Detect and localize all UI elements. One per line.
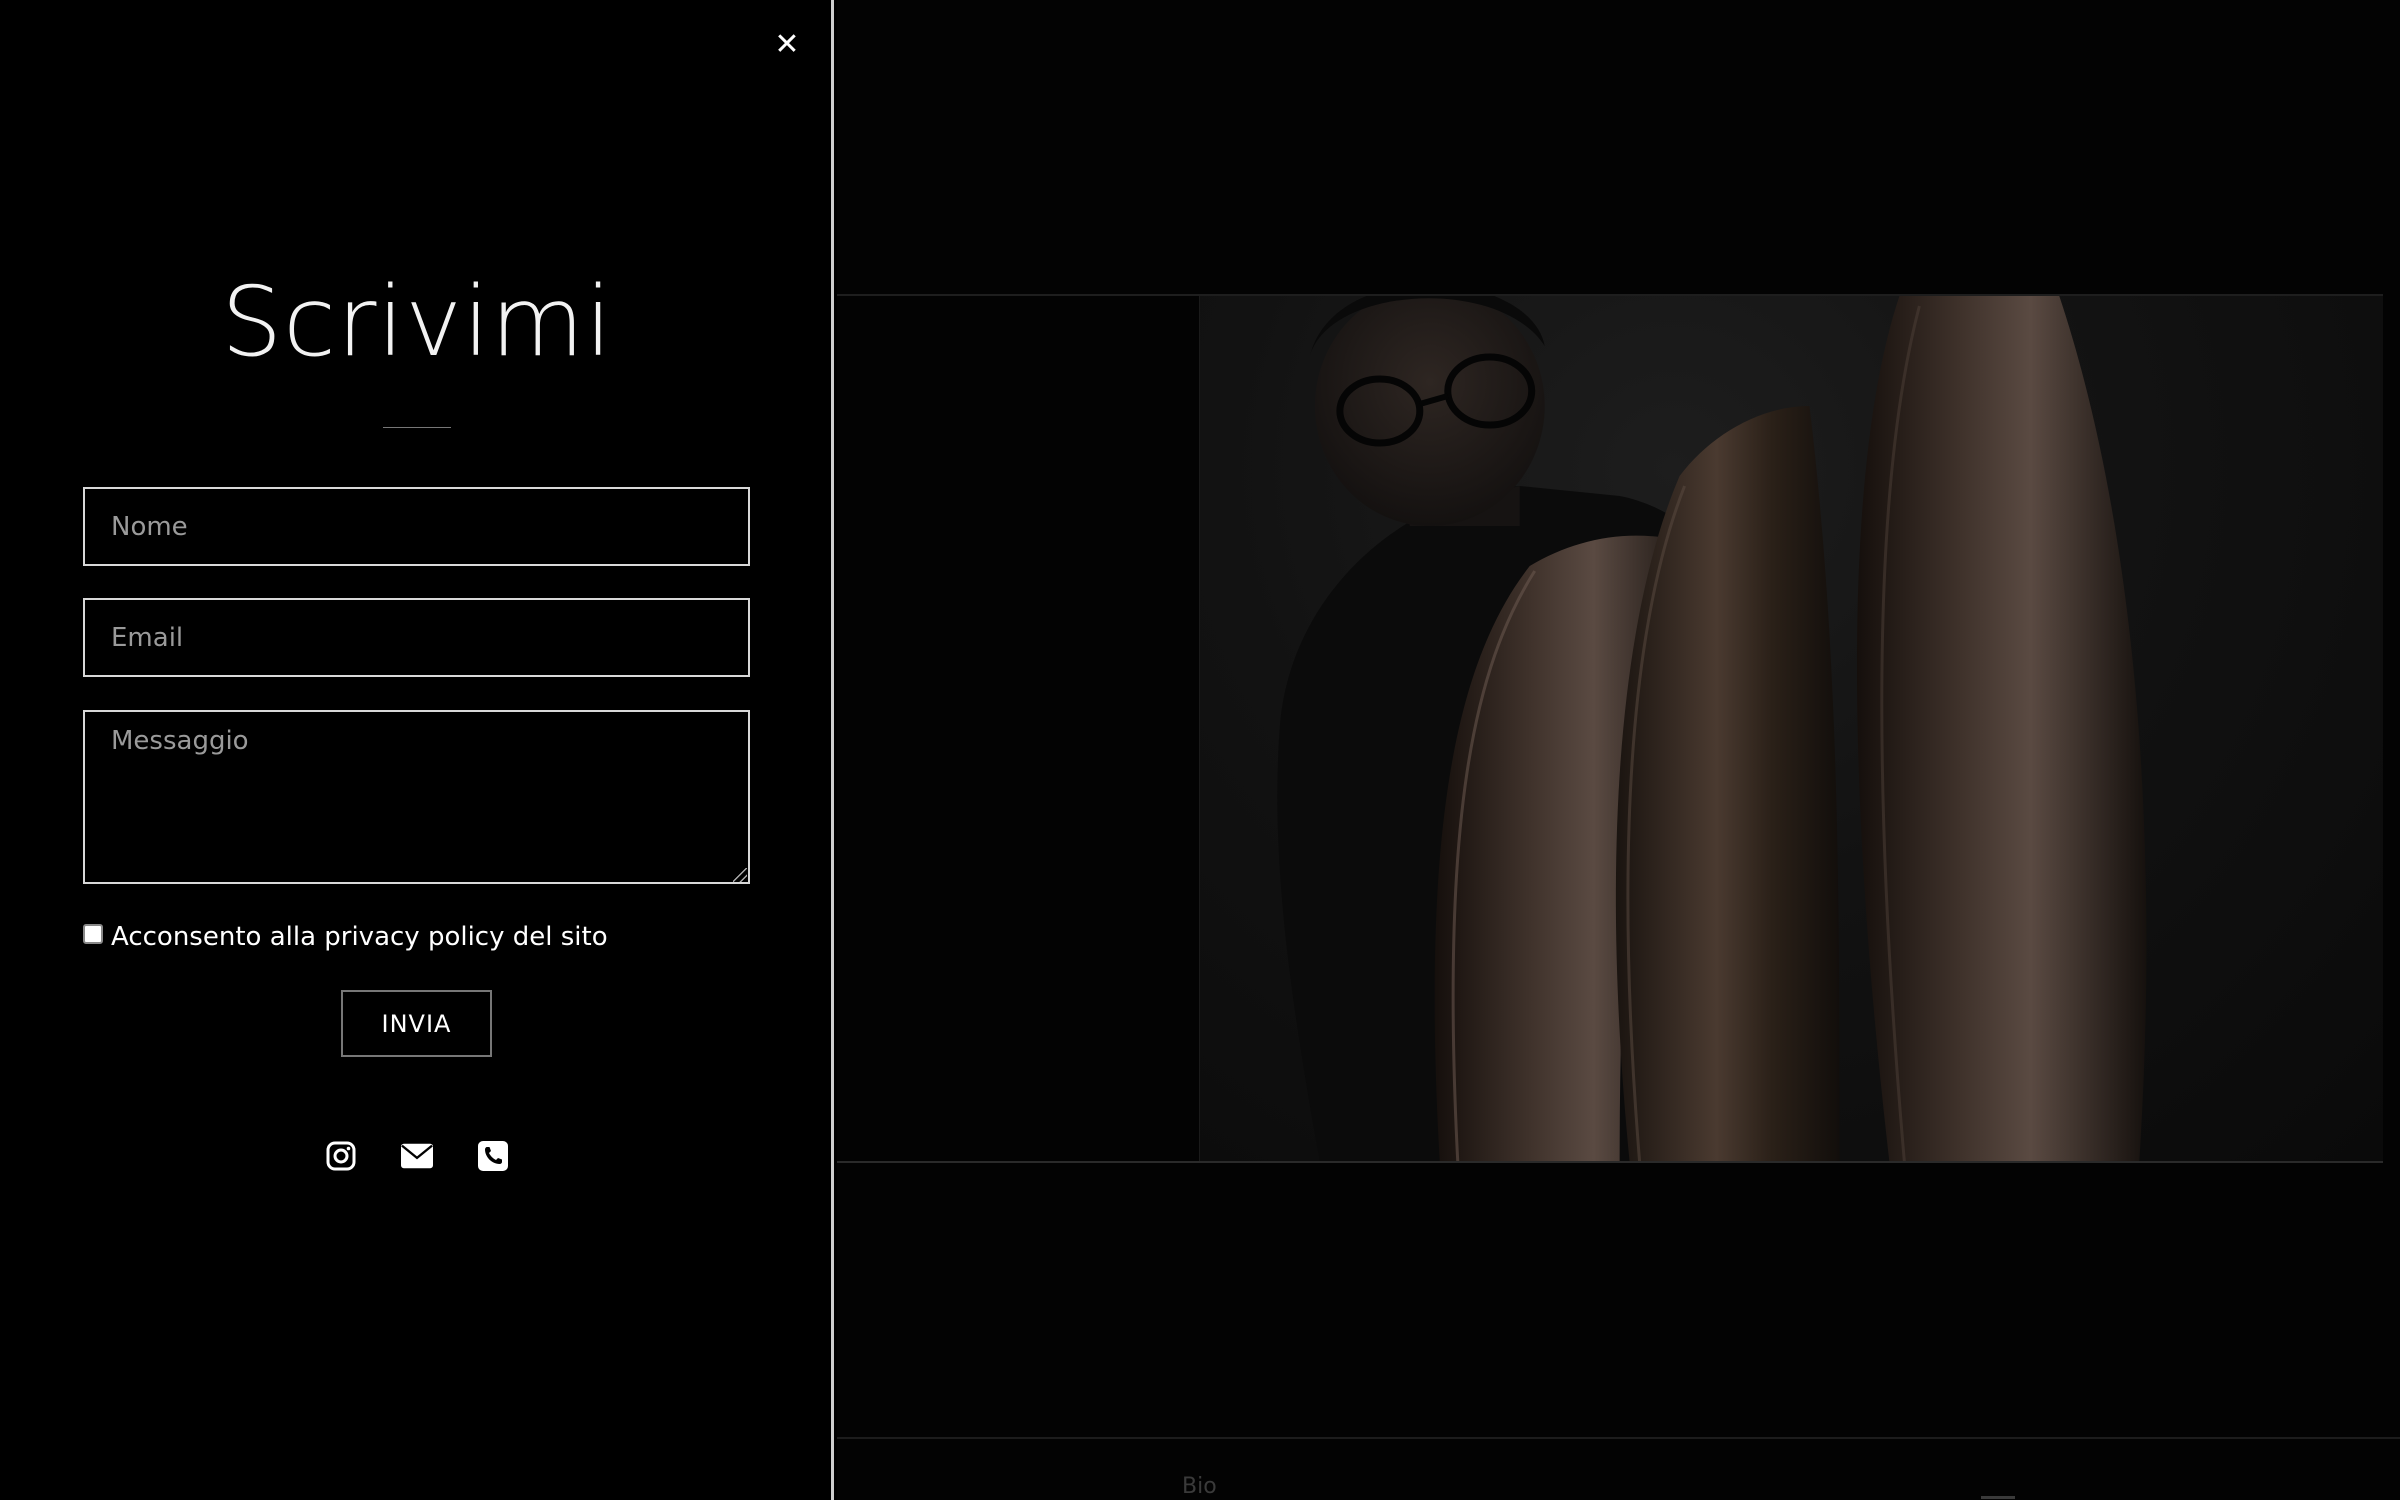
submit-button[interactable]: INVIA: [341, 990, 492, 1057]
artist-portrait-image: [1199, 296, 2383, 1162]
contact-panel: ✕ Scrivimi Acconsento alla privacy polic…: [0, 0, 834, 1500]
privacy-consent-label: Acconsento alla privacy policy del sito: [111, 922, 608, 952]
footer-divider: [837, 1437, 2400, 1439]
message-field[interactable]: [83, 710, 750, 884]
social-links: [0, 1140, 834, 1172]
privacy-checkbox[interactable]: [83, 924, 103, 944]
footer-marker: [1981, 1496, 2015, 1499]
instagram-icon[interactable]: [325, 1140, 357, 1172]
privacy-consent: Acconsento alla privacy policy del sito: [83, 922, 608, 952]
textarea-resize-handle[interactable]: [733, 868, 747, 882]
envelope-icon[interactable]: [401, 1140, 433, 1172]
close-button[interactable]: ✕: [772, 28, 802, 62]
background-page: Bio: [837, 0, 2400, 1500]
divider-line: [837, 1161, 2383, 1163]
title-divider: [383, 427, 451, 428]
email-field[interactable]: [83, 598, 750, 677]
phone-icon[interactable]: [477, 1140, 509, 1172]
name-field[interactable]: [83, 487, 750, 566]
contact-title: Scrivimi: [221, 266, 613, 378]
footer-link-bio[interactable]: Bio: [1182, 1474, 1217, 1499]
page: ✕ Scrivimi Acconsento alla privacy polic…: [0, 0, 2400, 1500]
